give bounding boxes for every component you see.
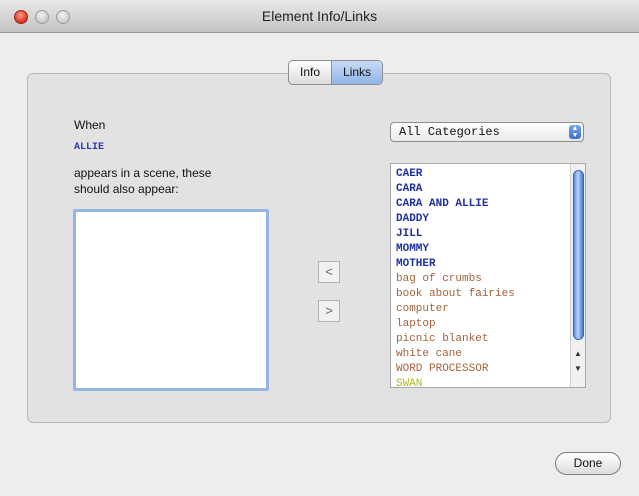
element-info-window: Element Info/Links Info Links When ALLIE… [0, 0, 639, 496]
appears-text-line-2: should also appear: [74, 182, 179, 196]
category-select-value: All Categories [399, 125, 500, 139]
add-link-button[interactable]: < [318, 261, 340, 283]
element-list-item[interactable]: DADDY [396, 212, 515, 227]
element-list-item[interactable]: bag of crumbs [396, 272, 515, 287]
element-list-item[interactable]: picnic blanket [396, 332, 515, 347]
remove-link-button[interactable]: > [318, 300, 340, 322]
tab-links[interactable]: Links [331, 61, 383, 84]
element-list-item[interactable]: MOMMY [396, 242, 515, 257]
category-select[interactable]: All Categories ▲ ▼ [390, 122, 584, 142]
element-list-item[interactable]: CARA AND ALLIE [396, 197, 515, 212]
element-list-item[interactable]: JILL [396, 227, 515, 242]
element-list-items: CAER CARA CARA AND ALLIE DADDY JILL MOMMY MOTH… [396, 167, 515, 392]
element-list-item[interactable]: computer [396, 302, 515, 317]
element-name: ALLIE [74, 142, 105, 153]
title-bar[interactable]: Element Info/Links [0, 0, 639, 33]
done-button[interactable]: Done [555, 452, 621, 475]
element-list-item[interactable]: SWAN [396, 377, 515, 392]
scroll-down-arrow-icon[interactable]: ▼ [571, 362, 585, 375]
element-list-scrollbar[interactable]: ▲ ▼ [570, 164, 585, 387]
element-list-item[interactable]: book about fairies [396, 287, 515, 302]
window-title: Element Info/Links [261, 8, 378, 24]
tab-bar: Info Links [288, 60, 384, 85]
tab-info[interactable]: Info [289, 61, 331, 84]
element-list-item[interactable]: white cane [396, 347, 515, 362]
scroll-up-arrow-icon[interactable]: ▲ [571, 347, 585, 360]
when-label: When [74, 118, 106, 132]
element-list-item[interactable]: MOTHER [396, 257, 515, 272]
element-list[interactable]: CAER CARA CARA AND ALLIE DADDY JILL MOMMY MOTH… [390, 163, 586, 390]
select-arrows-icon: ▲ ▼ [569, 125, 581, 139]
linked-elements-list[interactable] [73, 209, 269, 391]
appears-text-line-1: appears in a scene, these [74, 166, 212, 180]
element-list-item[interactable]: WORD PROCESSOR [396, 362, 515, 377]
scrollbar-thumb[interactable] [573, 170, 584, 340]
element-list-item[interactable]: laptop [396, 317, 515, 332]
element-list-item[interactable]: CAER [396, 167, 515, 182]
element-list-item[interactable]: CARA [396, 182, 515, 197]
